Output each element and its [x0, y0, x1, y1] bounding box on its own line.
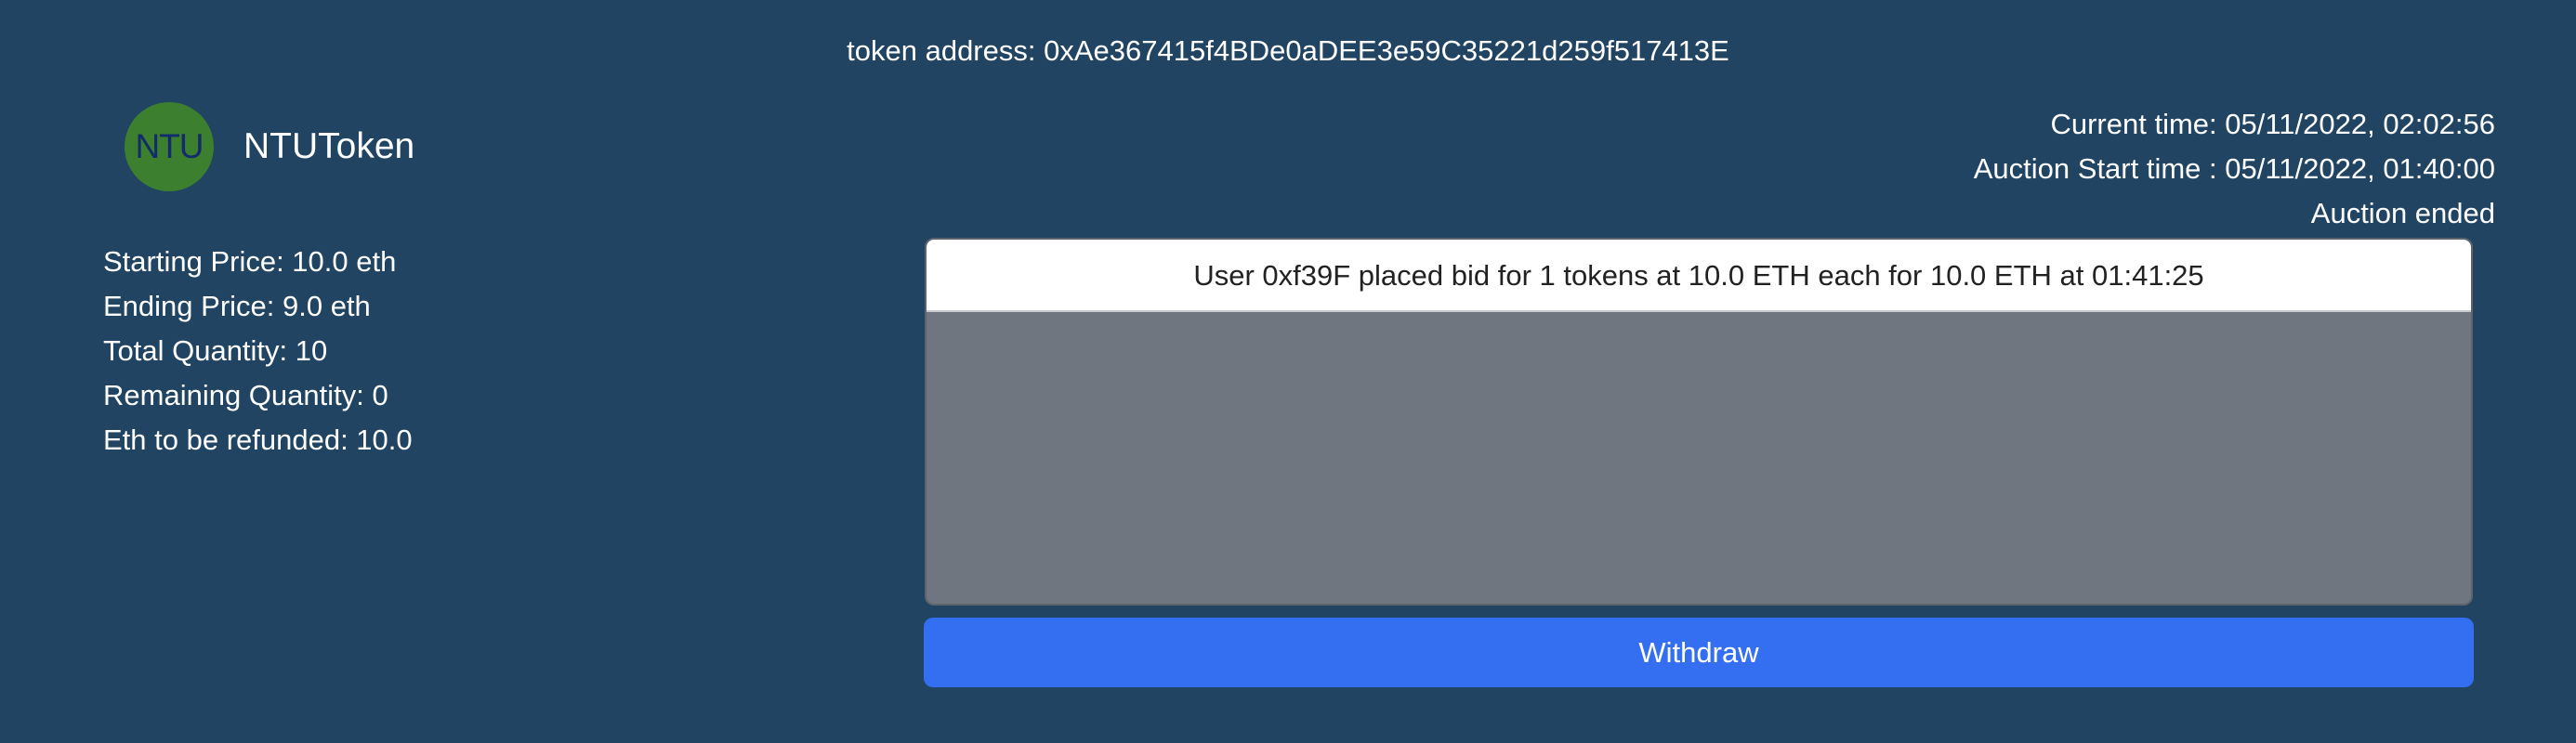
auction-start-time: Auction Start time : 05/11/2022, 01:40:0… — [1973, 152, 2495, 185]
starting-price: Starting Price: 10.0 eth — [103, 245, 397, 278]
auction-time-info: Current time: 05/11/2022, 02:02:56 Aucti… — [1974, 102, 2495, 236]
token-name: NTUToken — [243, 126, 415, 166]
auction-info-list: Starting Price: 10.0 eth Ending Price: 9… — [103, 240, 413, 463]
remaining-quantity: Remaining Quantity: 0 — [103, 379, 388, 411]
auction-status: Auction ended — [2310, 197, 2495, 229]
current-time: Current time: 05/11/2022, 02:02:56 — [2050, 108, 2495, 140]
token-logo: NTU — [125, 102, 214, 191]
eth-refund: Eth to be refunded: 10.0 — [103, 424, 413, 456]
ending-price: Ending Price: 9.0 eth — [103, 290, 371, 322]
withdraw-button[interactable]: Withdraw — [924, 618, 2474, 687]
bid-list-item: User 0xf39F placed bid for 1 tokens at 1… — [927, 240, 2471, 312]
bid-history-panel[interactable]: User 0xf39F placed bid for 1 tokens at 1… — [925, 238, 2473, 606]
total-quantity: Total Quantity: 10 — [103, 334, 328, 367]
token-address: token address: 0xAe367415f4BDe0aDEE3e59C… — [847, 34, 1729, 67]
